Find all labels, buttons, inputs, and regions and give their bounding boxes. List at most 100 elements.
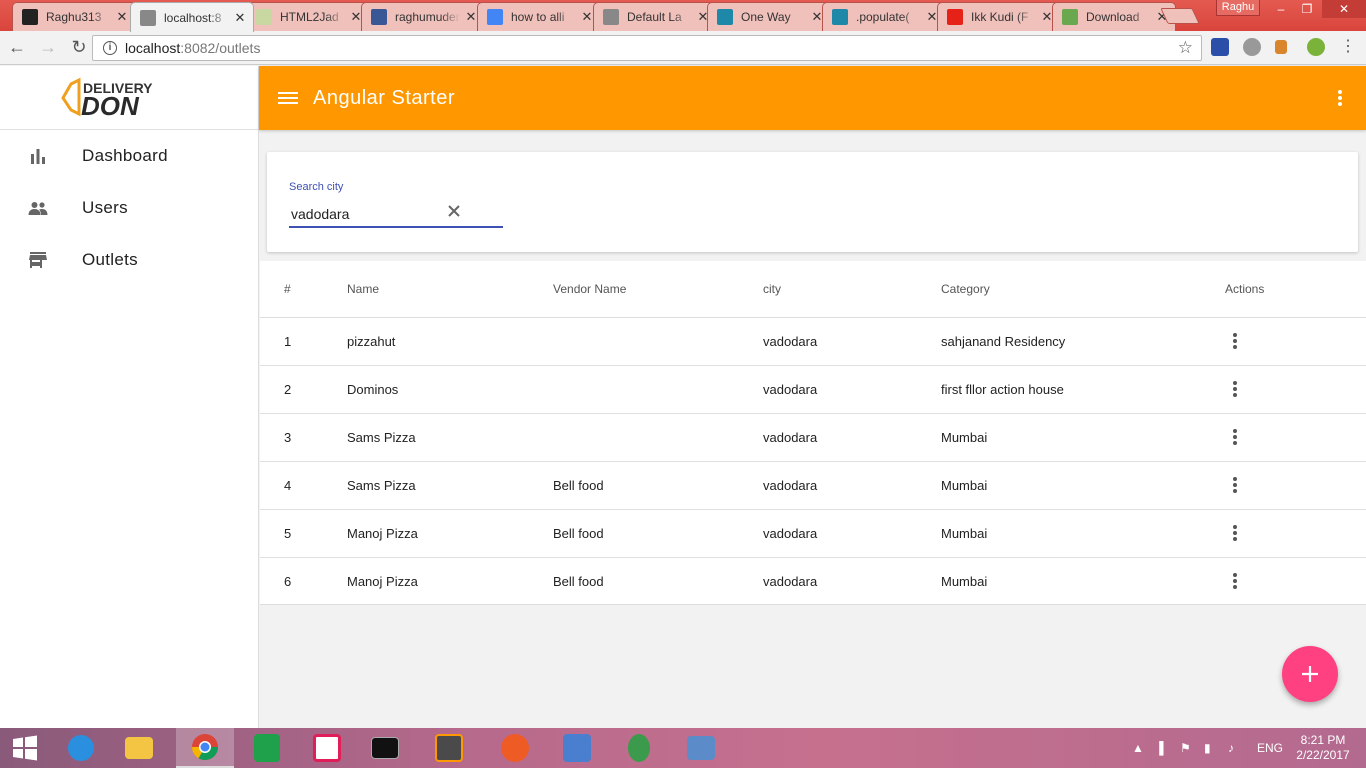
remote-desktop-icon[interactable] — [672, 728, 730, 768]
reload-icon[interactable]: ↻ — [65, 34, 93, 62]
column-header-city[interactable]: city — [763, 261, 941, 318]
slack-icon[interactable] — [298, 728, 356, 768]
table-row[interactable]: 4 Sams Pizza Bell food vadodara Mumbai — [260, 461, 1366, 510]
show-hidden-icons[interactable]: ▲ — [1132, 728, 1144, 768]
chrome-menu-icon[interactable]: ⋮ — [1340, 38, 1356, 56]
clock[interactable]: 8:21 PM 2/22/2017 — [1290, 733, 1356, 763]
column-header-number[interactable]: # — [260, 261, 347, 318]
browser-tab[interactable]: Download ✕ — [1052, 2, 1176, 31]
browser-tab[interactable]: Raghu313 ✕ — [12, 2, 136, 31]
table-row[interactable]: 5 Manoj Pizza Bell food vadodara Mumbai — [260, 509, 1366, 558]
virtualbox-icon[interactable] — [548, 728, 606, 768]
browser-tab[interactable]: how to alli ✕ — [477, 2, 601, 31]
extension-icon[interactable] — [1211, 38, 1229, 56]
windows-start-icon[interactable] — [0, 728, 50, 768]
logo: DELIVERY DON — [0, 66, 258, 130]
new-tab-button[interactable] — [1160, 8, 1200, 24]
internet-explorer-icon[interactable] — [52, 728, 110, 768]
browser-tab-strip: Raghu313 ✕ localhost:8 ✕ HTML2Jad ✕ raghumudem… — [0, 0, 1366, 32]
language-indicator[interactable]: ENG — [1257, 728, 1283, 768]
bookmark-star-icon[interactable]: ☆ — [1178, 38, 1193, 58]
cell-category: first fllor action house — [941, 365, 1221, 414]
row-actions-icon[interactable] — [1233, 429, 1237, 445]
table-row[interactable]: 1 pizzahut vadodara sahjanand Residency — [260, 317, 1366, 366]
row-actions-icon[interactable] — [1233, 333, 1237, 349]
browser-tab[interactable]: .populate(✕ — [822, 2, 946, 31]
hamburger-menu-icon[interactable] — [278, 90, 298, 106]
row-actions-icon[interactable] — [1233, 477, 1237, 493]
chrome-taskbar-icon[interactable] — [176, 728, 234, 768]
cell-name: Dominos — [347, 365, 553, 414]
row-actions-icon[interactable] — [1233, 525, 1237, 541]
browser-tab-title: HTML2Jad — [280, 10, 339, 24]
tab-close-icon[interactable]: ✕ — [580, 9, 594, 25]
table-row[interactable]: 3 Sams Pizza vadodara Mumbai — [260, 413, 1366, 462]
postman-icon[interactable] — [486, 728, 544, 768]
cell-actions — [1221, 317, 1366, 366]
table-row[interactable]: 2 Dominos vadodara first fllor action house — [260, 365, 1366, 414]
browser-tab-title: .populate( — [856, 10, 910, 24]
extension-icon[interactable] — [1307, 38, 1325, 56]
row-actions-icon[interactable] — [1233, 573, 1237, 590]
windows-taskbar: ▲ ▐ ⚑ ▮ ♪ ENG 8:21 PM 2/22/2017 — [0, 728, 1366, 768]
profile-button[interactable]: Raghu — [1216, 0, 1260, 16]
row-actions-icon[interactable] — [1233, 381, 1237, 397]
column-header-name[interactable]: Name — [347, 261, 553, 318]
column-header-vendor[interactable]: Vendor Name — [553, 261, 763, 318]
tab-close-icon[interactable]: ✕ — [115, 9, 129, 25]
search-city-input[interactable] — [289, 202, 503, 228]
cell-actions — [1221, 413, 1366, 462]
add-outlet-button[interactable] — [1282, 646, 1338, 702]
header-more-icon[interactable] — [1338, 90, 1342, 106]
network-icon[interactable]: ▐ — [1155, 728, 1164, 768]
app-title: Angular Starter — [313, 86, 456, 109]
flag-icon[interactable]: ⚑ — [1180, 728, 1191, 768]
cell-vendor: Bell food — [553, 509, 763, 558]
store-app-icon[interactable] — [238, 728, 296, 768]
restore-icon[interactable]: ❐ — [1294, 0, 1320, 18]
forward-icon[interactable]: → — [34, 34, 62, 62]
cell-city: vadodara — [763, 573, 818, 589]
cell-city: vadodara — [763, 365, 941, 414]
browser-tab[interactable]: Default La ✕ — [593, 2, 717, 31]
volume-icon[interactable]: ♪ — [1228, 728, 1234, 768]
table-header-row: # Name Vendor Name city Category Actions — [260, 261, 1366, 318]
browser-tab[interactable]: raghumudem ✕ — [361, 2, 485, 31]
minimize-icon[interactable]: – — [1268, 0, 1294, 18]
browser-tab-title: Download — [1086, 10, 1140, 24]
cell-number: 1 — [260, 317, 347, 366]
sidebar-item-users[interactable]: Users — [0, 182, 258, 234]
browser-tab[interactable]: localhost:8 ✕ — [130, 2, 254, 32]
browser-tab[interactable]: HTML2Jad ✕ — [246, 2, 370, 31]
column-header-category[interactable]: Category — [941, 261, 1221, 318]
extension-icon[interactable] — [1275, 40, 1287, 54]
browser-tab[interactable]: One Way ✕ — [707, 2, 831, 31]
browser-tab[interactable]: Ikk Kudi (F ✕ — [937, 2, 1061, 31]
browser-tab-title: One Way — [741, 10, 791, 24]
extension-icon[interactable] — [1243, 38, 1261, 56]
cell-category: Mumbai — [941, 413, 1221, 462]
bitbucket-icon — [371, 9, 387, 25]
robomongo-icon[interactable] — [610, 728, 668, 768]
site-info-icon[interactable]: i — [103, 41, 117, 55]
cell-number: 4 — [260, 461, 347, 510]
browser-toolbar: ← → ↻ i localhost:8082/outlets ☆ ⋮ — [0, 31, 1366, 65]
cell-name: pizzahut — [347, 317, 553, 366]
sidebar-item-outlets[interactable]: Outlets — [0, 234, 258, 286]
window-close-icon[interactable]: ✕ — [1322, 0, 1366, 18]
url-text[interactable]: localhost:8082/outlets — [125, 40, 260, 56]
cell-vendor: Bell food — [553, 573, 604, 589]
tab-close-icon[interactable]: ✕ — [464, 9, 478, 25]
tab-close-icon[interactable]: ✕ — [233, 10, 247, 26]
sidebar-item-label: Dashboard — [82, 146, 168, 165]
battery-icon[interactable]: ▮ — [1204, 728, 1211, 768]
cell-category: Mumbai — [941, 573, 988, 589]
sidebar-item-dashboard[interactable]: Dashboard — [0, 130, 258, 182]
table-row[interactable]: 6 Manoj Pizza Bell food vadodara Mumbai — [260, 557, 1366, 605]
file-explorer-icon[interactable] — [110, 728, 168, 768]
terminal-icon[interactable] — [356, 728, 414, 768]
clear-search-icon[interactable] — [444, 201, 464, 221]
address-bar[interactable]: i localhost:8082/outlets ☆ — [92, 35, 1202, 61]
back-icon[interactable]: ← — [3, 34, 31, 62]
sublime-text-icon[interactable] — [420, 728, 478, 768]
